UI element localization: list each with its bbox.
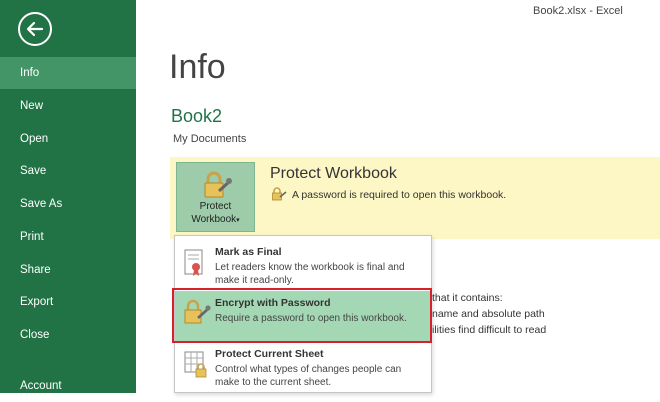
encrypt-with-password-title: Encrypt with Password <box>215 297 331 309</box>
sheet-lock-icon <box>184 351 207 378</box>
sidebar-item-save[interactable]: Save <box>0 155 136 187</box>
sidebar-item-share[interactable]: Share <box>0 254 136 286</box>
window-title: Book2.xlsx - Excel <box>533 5 623 17</box>
mark-as-final-title: Mark as Final <box>215 246 282 258</box>
lock-key-small-icon <box>272 187 287 201</box>
sidebar-item-open[interactable]: Open <box>0 123 136 155</box>
workbook-name: Book2 <box>171 106 223 126</box>
inspect-text-line2: name and absolute path <box>432 308 545 320</box>
sidebar-item-info[interactable]: Info <box>0 57 136 89</box>
sidebar-item-save-as[interactable]: Save As <box>0 188 136 220</box>
arrow-left-icon <box>26 21 44 37</box>
protect-current-sheet-desc: Control what types of changes people can… <box>215 364 402 388</box>
protect-button-sublabel: Workbook▾ <box>191 214 240 225</box>
inspect-text-line1: that it contains: <box>432 292 503 304</box>
sidebar-item-new[interactable]: New <box>0 90 136 122</box>
protect-button-label: Protect <box>199 201 232 212</box>
workbook-location[interactable]: My Documents <box>173 133 246 145</box>
inspect-text-line3: ilities find difficult to read <box>432 324 547 336</box>
protect-workbook-button[interactable]: Protect Workbook▾ <box>176 162 255 232</box>
sidebar-item-export[interactable]: Export <box>0 286 136 318</box>
chevron-down-icon: ▾ <box>236 217 240 224</box>
back-button[interactable] <box>18 12 52 46</box>
document-ribbon-icon <box>184 249 203 276</box>
mark-as-final-desc: Let readers know the workbook is final a… <box>215 262 405 286</box>
lock-key-icon <box>184 299 211 324</box>
backstage-sidebar: Info New Open Save Save As Print Share E… <box>0 0 136 393</box>
menu-item-protect-current-sheet[interactable]: Protect Current Sheet Control what types… <box>175 342 431 394</box>
menu-item-encrypt-with-password[interactable]: Encrypt with Password Require a password… <box>175 291 431 343</box>
menu-item-mark-as-final[interactable]: Mark as Final Let readers know the workb… <box>175 240 431 292</box>
encrypt-with-password-desc: Require a password to open this workbook… <box>215 313 407 324</box>
sidebar-item-close[interactable]: Close <box>0 319 136 351</box>
sidebar-item-account[interactable]: Account <box>0 370 136 402</box>
protect-current-sheet-title: Protect Current Sheet <box>215 348 324 360</box>
protect-workbook-title: Protect Workbook <box>270 165 397 182</box>
protect-workbook-dropdown: Mark as Final Let readers know the workb… <box>174 235 432 393</box>
protect-workbook-description: A password is required to open this work… <box>292 189 507 201</box>
sidebar-item-print[interactable]: Print <box>0 221 136 253</box>
page-title: Info <box>169 48 226 86</box>
lock-key-icon <box>204 171 232 198</box>
